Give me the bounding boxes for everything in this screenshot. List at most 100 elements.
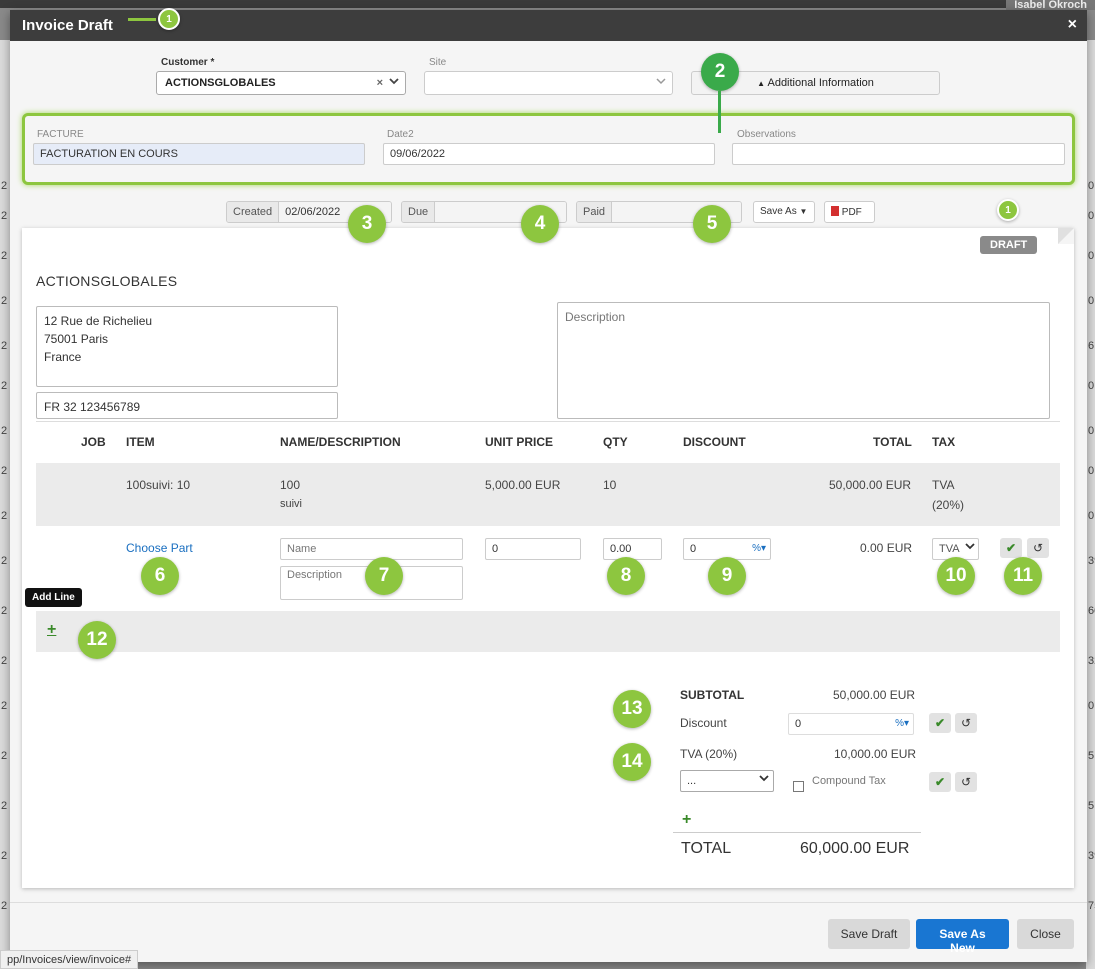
created-label: Created	[227, 202, 280, 222]
new-line-qty-input[interactable]: 0.00	[603, 538, 662, 560]
pdf-button[interactable]: PDF	[824, 201, 875, 223]
header-tax: TAX	[932, 435, 956, 449]
annotation-marker: 2	[701, 53, 739, 91]
background-row-digit: 2	[1, 800, 8, 812]
modal-footer: Save Draft Save As New Close	[10, 902, 1087, 962]
line-tax-rate: (20%)	[932, 498, 965, 512]
site-select[interactable]	[424, 71, 673, 95]
tax-label: TVA (20%)	[680, 747, 738, 761]
background-row-digit: 2	[1, 555, 8, 567]
line-name: 100	[280, 478, 301, 492]
chevron-down-icon[interactable]	[656, 76, 666, 89]
background-row-digit: 32	[1088, 655, 1095, 667]
new-line-total: 0.00 EUR	[860, 541, 913, 555]
subtotal-label: SUBTOTAL	[680, 688, 745, 702]
address-textarea[interactable]: 12 Rue de Richelieu 75001 Paris France	[36, 306, 338, 387]
line-unit-price: 5,000.00 EUR	[485, 478, 561, 492]
annotation-marker: 6	[141, 557, 179, 595]
background-row-digit: 0	[1088, 380, 1095, 392]
summary-discount-unit-dropdown[interactable]: %▾	[895, 718, 909, 729]
confirm-discount-check-icon[interactable]: ✔	[929, 713, 951, 733]
customer-label: Customer *	[161, 57, 215, 68]
facture-label: FACTURE	[37, 129, 84, 140]
background-row-digit: 2	[1, 180, 8, 192]
background-row-digit: 0	[1088, 295, 1095, 307]
chevron-down-icon[interactable]	[389, 76, 399, 89]
vat-number-field[interactable]: FR 32 123456789	[36, 392, 338, 419]
add-line-row	[36, 611, 1060, 652]
reset-tax-undo-icon[interactable]: ↺	[955, 772, 977, 792]
table-top-border	[36, 421, 1060, 422]
annotation-marker: 11	[1004, 557, 1042, 595]
annotation-arrow	[128, 18, 156, 21]
choose-part-link[interactable]: Choose Part	[126, 541, 193, 555]
modal-title: Invoice Draft	[22, 17, 113, 34]
tax-value: 10,000.00 EUR	[834, 747, 917, 761]
background-row-digit: 39	[1088, 850, 1095, 862]
annotation-marker: 7	[365, 557, 403, 595]
add-tax-plus-icon[interactable]: +	[682, 811, 691, 829]
customer-select[interactable]: ACTIONSGLOBALES ×	[156, 71, 406, 95]
add-line-plus-icon[interactable]: +	[47, 621, 56, 639]
facture-field[interactable]: FACTURATION EN COURS	[33, 143, 365, 165]
header-unit-price: UNIT PRICE	[485, 435, 554, 449]
background-row-digit: 6	[1088, 340, 1095, 352]
status-badge: DRAFT	[980, 236, 1038, 254]
invoice-paper: DRAFT ACTIONSGLOBALES 12 Rue de Richelie…	[22, 228, 1074, 888]
clear-icon[interactable]: ×	[377, 77, 383, 89]
summary-discount-value: 0	[795, 718, 802, 730]
pdf-label: PDF	[841, 207, 862, 218]
description-textarea[interactable]: Description	[557, 302, 1050, 419]
page-fold	[1058, 228, 1074, 244]
due-label: Due	[402, 202, 436, 222]
paid-label: Paid	[577, 202, 613, 222]
save-draft-button[interactable]: Save Draft	[828, 919, 910, 949]
chevron-down-icon	[965, 541, 975, 554]
background-row-digit: 5	[1088, 750, 1095, 762]
background-row-digit: 75	[1088, 900, 1095, 912]
caret-up-icon: ▲	[757, 79, 766, 88]
header-item: ITEM	[126, 435, 155, 449]
address-line: 12 Rue de Richelieu	[44, 314, 153, 328]
background-row-digit: 0	[1088, 210, 1095, 222]
new-line-unit-price-input[interactable]: 0	[485, 538, 581, 560]
annotation-marker: 9	[708, 557, 746, 595]
background-row-digit: 2	[1, 340, 8, 352]
background-row-digit: 2	[1, 900, 8, 912]
background-topbar	[0, 0, 1095, 8]
add-line-tooltip: Add Line	[25, 588, 82, 607]
date2-field[interactable]: 09/06/2022	[383, 143, 715, 165]
background-row-digit: 5	[1088, 800, 1095, 812]
custom-fields-highlight: FACTURE FACTURATION EN COURS Date2 09/06…	[22, 113, 1075, 185]
caret-down-icon: ▼	[799, 207, 808, 216]
compound-tax-checkbox[interactable]	[793, 781, 804, 792]
line-qty: 10	[603, 478, 617, 492]
close-icon[interactable]: ×	[1068, 16, 1077, 34]
background-row-digit: 2	[1, 655, 8, 667]
reset-discount-undo-icon[interactable]: ↺	[955, 713, 977, 733]
additional-information-label: Additional Information	[767, 77, 874, 89]
summary-discount-input[interactable]: 0 %▾	[788, 713, 914, 735]
observations-field[interactable]	[732, 143, 1065, 165]
confirm-line-check-icon[interactable]: ✔	[1000, 538, 1022, 558]
reset-line-undo-icon[interactable]: ↺	[1027, 538, 1049, 558]
line-description: suivi	[280, 498, 303, 510]
browser-status-bar: pp/Invoices/view/invoice#	[0, 950, 139, 969]
new-line-name-input[interactable]: Name	[280, 538, 463, 560]
save-as-new-button[interactable]: Save As New	[916, 919, 1009, 955]
table-row[interactable]	[36, 463, 1060, 526]
save-as-label: Save As	[760, 206, 797, 217]
close-button[interactable]: Close	[1017, 919, 1074, 949]
header-total: TOTAL	[873, 435, 912, 449]
background-row-digit: 0	[1088, 180, 1095, 192]
line-total: 50,000.00 EUR	[829, 478, 912, 492]
confirm-tax-check-icon[interactable]: ✔	[929, 772, 951, 792]
tax-select[interactable]: ...	[680, 770, 774, 792]
background-user-name: Isabel Okroch	[1006, 0, 1095, 10]
new-line-tax-value: TVA	[939, 543, 960, 555]
save-as-dropdown[interactable]: Save As ▼	[753, 201, 815, 223]
discount-unit-dropdown[interactable]: %▾	[752, 543, 766, 554]
annotation-marker: 1	[158, 8, 180, 30]
background-row-digit: 60	[1088, 605, 1095, 617]
subtotal-value: 50,000.00 EUR	[833, 688, 916, 702]
